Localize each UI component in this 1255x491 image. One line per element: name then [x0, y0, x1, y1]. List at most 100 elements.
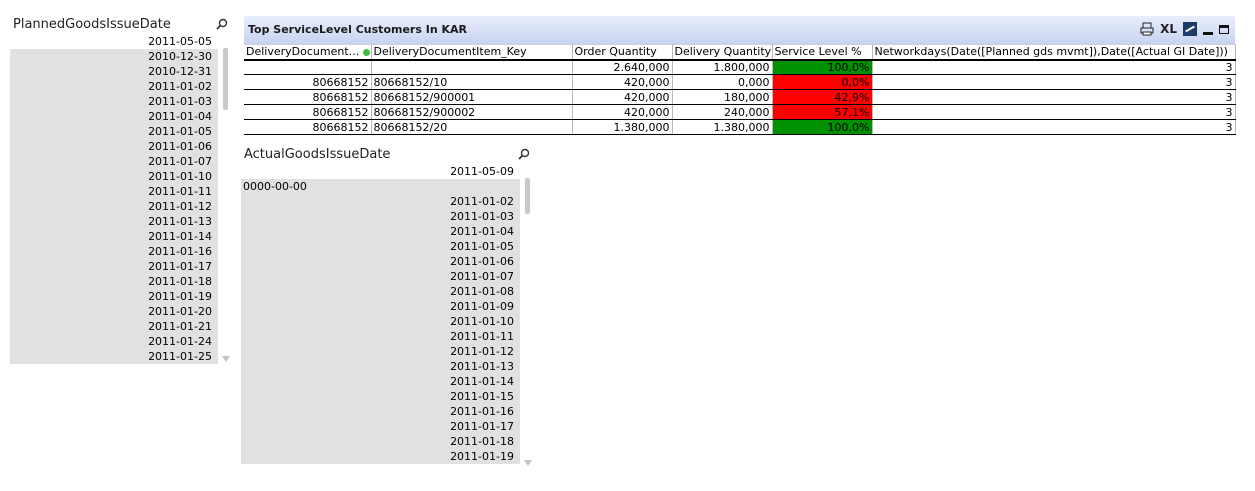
listbox-value[interactable]: 2011-01-15: [241, 389, 520, 404]
listbox-value[interactable]: 2011-01-19: [10, 289, 218, 304]
cell-item-key[interactable]: 80668152/900002: [371, 104, 573, 120]
column-header-networkdays[interactable]: Networkdays(Date([Planned gds mvmt]),Dat…: [872, 44, 1236, 61]
column-header-order-quantity[interactable]: Order Quantity: [572, 44, 673, 61]
listbox-value[interactable]: 2011-01-03: [241, 209, 520, 224]
listbox-value[interactable]: 2011-01-04: [10, 109, 218, 124]
cell-item-key[interactable]: 80668152/900001: [371, 89, 573, 105]
scrollbar-thumb[interactable]: [223, 48, 228, 110]
listbox-value[interactable]: 0000-00-00: [241, 179, 520, 194]
cell-service-level[interactable]: 100,0%: [772, 59, 873, 75]
listbox-value[interactable]: 2011-01-06: [10, 139, 218, 154]
cell-delivery-quantity[interactable]: 0,000: [672, 74, 773, 90]
listbox-value[interactable]: 2011-01-16: [10, 244, 218, 259]
search-icon[interactable]: [518, 148, 530, 160]
scrollbar[interactable]: [522, 164, 534, 468]
listbox-value[interactable]: 2011-01-13: [241, 359, 520, 374]
listbox-value[interactable]: 2011-01-06: [241, 254, 520, 269]
scroll-down-arrow-icon[interactable]: [222, 356, 230, 362]
column-header-delivery-document[interactable]: DeliveryDocument...▏: [244, 44, 372, 61]
cell-delivery-quantity[interactable]: 180,000: [672, 89, 773, 105]
cell-order-quantity[interactable]: 420,000: [572, 104, 673, 120]
search-icon[interactable]: [216, 18, 228, 30]
actual-goods-issue-date-listbox[interactable]: ActualGoodsIssueDate 2011-05-09 0000-00-0…: [241, 146, 534, 468]
listbox-value[interactable]: 2011-01-02: [241, 194, 520, 209]
cell-order-quantity[interactable]: 2.640,000: [572, 59, 673, 75]
listbox-value[interactable]: 2011-01-14: [241, 374, 520, 389]
header-row: DeliveryDocument...▏ DeliveryDocumentIte…: [244, 44, 1236, 61]
listbox-value[interactable]: 2011-01-13: [10, 214, 218, 229]
table-body: 2.640,000 1.800,000 100,0% 3 80668152 8066815…: [244, 59, 1236, 135]
scrollbar[interactable]: [220, 34, 232, 364]
listbox-value[interactable]: 2011-01-07: [241, 269, 520, 284]
listbox-value[interactable]: 2011-01-03: [10, 94, 218, 109]
cell-service-level[interactable]: 0,0%: [772, 74, 873, 90]
listbox-value[interactable]: 2011-01-12: [241, 344, 520, 359]
listbox-value[interactable]: 2011-01-05: [10, 124, 218, 139]
listbox-caption[interactable]: PlannedGoodsIssueDate: [10, 16, 232, 34]
listbox-value[interactable]: 2010-12-31: [10, 64, 218, 79]
cell-delivery-document[interactable]: [244, 59, 372, 75]
cell-item-key[interactable]: 80668152/20: [371, 119, 573, 135]
listbox-value[interactable]: 2011-01-05: [241, 239, 520, 254]
cell-service-level[interactable]: 100,0%: [772, 119, 873, 135]
cell-order-quantity[interactable]: 1.380,000: [572, 119, 673, 135]
cell-order-quantity[interactable]: 420,000: [572, 74, 673, 90]
top-service-level-table: Top ServiceLevel Customers In KAR XL Del…: [244, 16, 1236, 136]
listbox-value[interactable]: 2011-01-07: [10, 154, 218, 169]
listbox-value[interactable]: 2011-01-18: [241, 434, 520, 449]
cell-networkdays[interactable]: 3: [872, 89, 1236, 105]
fast-change-chart-icon[interactable]: [1183, 22, 1197, 36]
listbox-value[interactable]: 2011-01-10: [241, 314, 520, 329]
scrollbar-thumb[interactable]: [525, 178, 530, 214]
listbox-caption[interactable]: ActualGoodsIssueDate: [241, 146, 534, 164]
scroll-down-arrow-icon[interactable]: [524, 460, 532, 466]
listbox-value[interactable]: 2011-01-11: [241, 329, 520, 344]
planned-goods-issue-date-listbox[interactable]: PlannedGoodsIssueDate 2011-05-05 2010-12-…: [10, 16, 232, 364]
cell-item-key[interactable]: 80668152/10: [371, 74, 573, 90]
cell-delivery-document[interactable]: 80668152: [244, 119, 372, 135]
listbox-value[interactable]: 2011-01-17: [241, 419, 520, 434]
minimize-icon[interactable]: [1203, 31, 1213, 35]
listbox-title: ActualGoodsIssueDate: [244, 147, 391, 162]
listbox-value[interactable]: 2011-01-08: [241, 284, 520, 299]
cell-item-key[interactable]: [371, 59, 573, 75]
maximize-icon[interactable]: [1219, 24, 1229, 34]
listbox-value[interactable]: 2011-01-02: [10, 79, 218, 94]
print-icon[interactable]: [1140, 21, 1154, 37]
listbox-value[interactable]: 2011-05-09: [241, 164, 520, 179]
cell-service-level[interactable]: 42,9%: [772, 89, 873, 105]
cell-delivery-document[interactable]: 80668152: [244, 89, 372, 105]
listbox-value[interactable]: 2011-01-16: [241, 404, 520, 419]
listbox-value[interactable]: 2011-01-19: [241, 449, 520, 464]
listbox-value[interactable]: 2011-01-18: [10, 274, 218, 289]
listbox-value[interactable]: 2011-01-24: [10, 334, 218, 349]
listbox-value[interactable]: 2011-01-09: [241, 299, 520, 314]
listbox-value[interactable]: 2010-12-30: [10, 49, 218, 64]
cell-delivery-quantity[interactable]: 1.380,000: [672, 119, 773, 135]
listbox-value[interactable]: 2011-01-04: [241, 224, 520, 239]
cell-delivery-document[interactable]: 80668152: [244, 104, 372, 120]
cell-networkdays[interactable]: 3: [872, 59, 1236, 75]
cell-delivery-document[interactable]: 80668152: [244, 74, 372, 90]
cell-networkdays[interactable]: 3: [872, 104, 1236, 120]
cell-delivery-quantity[interactable]: 1.800,000: [672, 59, 773, 75]
column-header-delivery-document-item-key[interactable]: DeliveryDocumentItem_Key: [371, 44, 573, 61]
listbox-value[interactable]: 2011-05-05: [10, 34, 218, 49]
table-caption[interactable]: Top ServiceLevel Customers In KAR XL: [244, 16, 1235, 45]
listbox-value[interactable]: 2011-01-11: [10, 184, 218, 199]
listbox-value[interactable]: 2011-01-10: [10, 169, 218, 184]
listbox-value[interactable]: 2011-01-17: [10, 259, 218, 274]
listbox-value[interactable]: 2011-01-12: [10, 199, 218, 214]
cell-service-level[interactable]: 57,1%: [772, 104, 873, 120]
listbox-value[interactable]: 2011-01-25: [10, 349, 218, 364]
send-to-excel-icon[interactable]: XL: [1160, 21, 1177, 37]
column-header-service-level[interactable]: Service Level %: [772, 44, 873, 61]
cell-networkdays[interactable]: 3: [872, 119, 1236, 135]
listbox-value[interactable]: 2011-01-21: [10, 319, 218, 334]
cell-delivery-quantity[interactable]: 240,000: [672, 104, 773, 120]
column-header-delivery-quantity[interactable]: Delivery Quantity: [672, 44, 773, 61]
cell-networkdays[interactable]: 3: [872, 74, 1236, 90]
listbox-value[interactable]: 2011-01-14: [10, 229, 218, 244]
cell-order-quantity[interactable]: 420,000: [572, 89, 673, 105]
listbox-value[interactable]: 2011-01-20: [10, 304, 218, 319]
